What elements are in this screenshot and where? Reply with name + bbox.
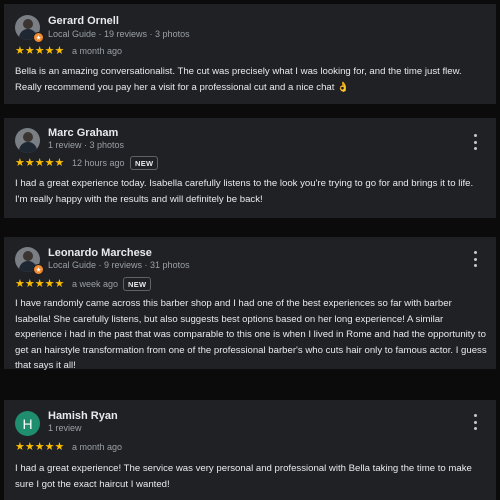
reviewer-meta: 1 review	[48, 423, 82, 433]
review-card: Leonardo Marchese Local Guide · 9 review…	[4, 237, 496, 371]
review-time: a month ago	[72, 46, 123, 56]
more-options-icon[interactable]	[472, 251, 478, 267]
review-text: I have randomly came across this barber …	[15, 298, 487, 371]
avatar[interactable]	[15, 128, 40, 153]
star-rating: ★★★★★	[15, 441, 65, 453]
review-time: a week ago	[72, 279, 119, 289]
reviewer-name[interactable]: Gerard Ornell	[48, 15, 119, 27]
reviewer-meta: 1 review · 3 photos	[48, 140, 125, 150]
review-card: H Hamish Ryan 1 review ★★★★★ a month ago…	[4, 400, 496, 500]
reviewer-name[interactable]: Hamish Ryan	[48, 410, 118, 422]
review-card: Gerard Ornell Local Guide · 19 reviews ·…	[4, 4, 496, 104]
new-badge: NEW	[123, 277, 152, 291]
new-badge: NEW	[130, 156, 159, 170]
local-guide-badge-icon	[33, 32, 44, 43]
star-rating: ★★★★★	[15, 278, 65, 290]
reviewer-name[interactable]: Marc Graham	[48, 127, 118, 139]
review-text: I had a great experience! The service wa…	[15, 463, 472, 490]
reviewer-name[interactable]: Leonardo Marchese	[48, 247, 152, 259]
reviewer-meta: Local Guide · 19 reviews · 3 photos	[48, 29, 190, 39]
review-time: a month ago	[72, 442, 123, 452]
more-options-icon[interactable]	[472, 134, 478, 150]
local-guide-badge-icon	[33, 264, 44, 275]
star-rating: ★★★★★	[15, 45, 65, 57]
review-text: I had a great experience today. Isabella…	[15, 178, 474, 205]
review-card: Marc Graham 1 review · 3 photos ★★★★★ 12…	[4, 118, 496, 218]
review-time: 12 hours ago	[72, 158, 125, 168]
reviewer-meta: Local Guide · 9 reviews · 31 photos	[48, 260, 190, 270]
review-text: Bella is an amazing conversationalist. T…	[15, 66, 462, 93]
star-rating: ★★★★★	[15, 157, 65, 169]
more-options-icon[interactable]	[472, 414, 478, 430]
avatar[interactable]: H	[15, 411, 40, 436]
